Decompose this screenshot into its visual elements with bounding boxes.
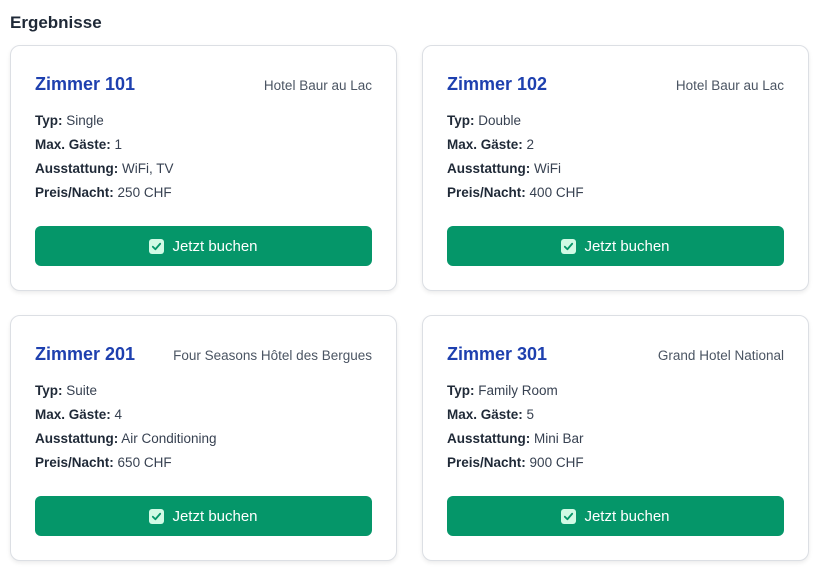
check-icon	[561, 238, 577, 254]
results-page: Ergebnisse Zimmer 101 Hotel Baur au Lac …	[0, 0, 820, 568]
detail-value: 250 CHF	[117, 185, 172, 200]
detail-guests: Max. Gäste: 2	[447, 133, 784, 157]
detail-value: WiFi	[534, 161, 562, 176]
results-heading: Ergebnisse	[10, 13, 102, 32]
room-card: Zimmer 101 Hotel Baur au Lac Typ: Single…	[10, 45, 397, 291]
room-details: Typ: Single Max. Gäste: 1 Ausstattung: W…	[35, 109, 372, 205]
detail-label: Preis/Nacht:	[35, 455, 114, 470]
room-title: Zimmer 102	[447, 74, 548, 94]
detail-value: Air Conditioning	[121, 431, 217, 446]
room-details: Typ: Suite Max. Gäste: 4 Ausstattung: Ai…	[35, 379, 372, 475]
book-now-label: Jetzt buchen	[172, 507, 258, 525]
detail-label: Typ:	[447, 113, 475, 128]
detail-value: 400 CHF	[529, 185, 584, 200]
detail-label: Preis/Nacht:	[447, 455, 526, 470]
hotel-name: Hotel Baur au Lac	[675, 78, 784, 93]
book-now-label: Jetzt buchen	[584, 507, 670, 525]
detail-label: Ausstattung:	[35, 161, 119, 176]
detail-label: Max. Gäste:	[447, 407, 523, 422]
detail-label: Max. Gäste:	[447, 137, 523, 152]
detail-type: Typ: Family Room	[447, 379, 784, 403]
detail-price: Preis/Nacht: 250 CHF	[35, 181, 372, 205]
detail-label: Ausstattung:	[447, 431, 531, 446]
room-details: Typ: Family Room Max. Gäste: 5 Ausstattu…	[447, 379, 784, 475]
detail-value: Suite	[66, 383, 98, 398]
check-icon	[149, 238, 165, 254]
detail-guests: Max. Gäste: 1	[35, 133, 372, 157]
card-header: Zimmer 301 Grand Hotel National	[447, 344, 784, 365]
detail-amenities: Ausstattung: Air Conditioning	[35, 427, 372, 451]
detail-value: 5	[526, 407, 535, 422]
detail-value: 4	[114, 407, 123, 422]
detail-value: 650 CHF	[117, 455, 172, 470]
room-card: Zimmer 102 Hotel Baur au Lac Typ: Double…	[422, 45, 809, 291]
room-card: Zimmer 201 Four Seasons Hôtel des Bergue…	[10, 315, 397, 561]
room-details: Typ: Double Max. Gäste: 2 Ausstattung: W…	[447, 109, 784, 205]
detail-value: 2	[526, 137, 535, 152]
detail-value: Double	[478, 113, 522, 128]
hotel-name: Grand Hotel National	[657, 348, 784, 363]
detail-label: Typ:	[35, 113, 63, 128]
detail-label: Max. Gäste:	[35, 137, 111, 152]
detail-value: WiFi, TV	[122, 161, 174, 176]
book-now-label: Jetzt buchen	[172, 237, 258, 255]
detail-value: 1	[114, 137, 123, 152]
detail-label: Typ:	[447, 383, 475, 398]
hotel-name: Four Seasons Hôtel des Bergues	[173, 348, 372, 363]
detail-type: Typ: Suite	[35, 379, 372, 403]
detail-label: Ausstattung:	[447, 161, 531, 176]
detail-guests: Max. Gäste: 5	[447, 403, 784, 427]
room-title: Zimmer 301	[447, 344, 548, 364]
hotel-name: Hotel Baur au Lac	[263, 78, 372, 93]
room-grid: Zimmer 101 Hotel Baur au Lac Typ: Single…	[10, 45, 809, 561]
detail-label: Preis/Nacht:	[447, 185, 526, 200]
detail-price: Preis/Nacht: 900 CHF	[447, 451, 784, 475]
detail-value: Family Room	[478, 383, 558, 398]
detail-price: Preis/Nacht: 400 CHF	[447, 181, 784, 205]
detail-label: Max. Gäste:	[35, 407, 111, 422]
room-title: Zimmer 101	[35, 74, 136, 94]
book-now-label: Jetzt buchen	[584, 237, 670, 255]
check-icon	[149, 508, 165, 524]
card-header: Zimmer 101 Hotel Baur au Lac	[35, 74, 372, 95]
room-card: Zimmer 301 Grand Hotel National Typ: Fam…	[422, 315, 809, 561]
book-now-button[interactable]: Jetzt buchen	[35, 496, 372, 536]
detail-type: Typ: Double	[447, 109, 784, 133]
detail-label: Typ:	[35, 383, 63, 398]
detail-amenities: Ausstattung: Mini Bar	[447, 427, 784, 451]
detail-label: Preis/Nacht:	[35, 185, 114, 200]
detail-price: Preis/Nacht: 650 CHF	[35, 451, 372, 475]
check-icon	[561, 508, 577, 524]
book-now-button[interactable]: Jetzt buchen	[447, 496, 784, 536]
card-header: Zimmer 201 Four Seasons Hôtel des Bergue…	[35, 344, 372, 365]
detail-type: Typ: Single	[35, 109, 372, 133]
book-now-button[interactable]: Jetzt buchen	[447, 226, 784, 266]
book-now-button[interactable]: Jetzt buchen	[35, 226, 372, 266]
detail-guests: Max. Gäste: 4	[35, 403, 372, 427]
detail-amenities: Ausstattung: WiFi, TV	[35, 157, 372, 181]
detail-amenities: Ausstattung: WiFi	[447, 157, 784, 181]
room-title: Zimmer 201	[35, 344, 136, 364]
detail-value: 900 CHF	[529, 455, 584, 470]
detail-value: Single	[66, 113, 104, 128]
card-header: Zimmer 102 Hotel Baur au Lac	[447, 74, 784, 95]
detail-label: Ausstattung:	[35, 431, 119, 446]
detail-value: Mini Bar	[534, 431, 584, 446]
